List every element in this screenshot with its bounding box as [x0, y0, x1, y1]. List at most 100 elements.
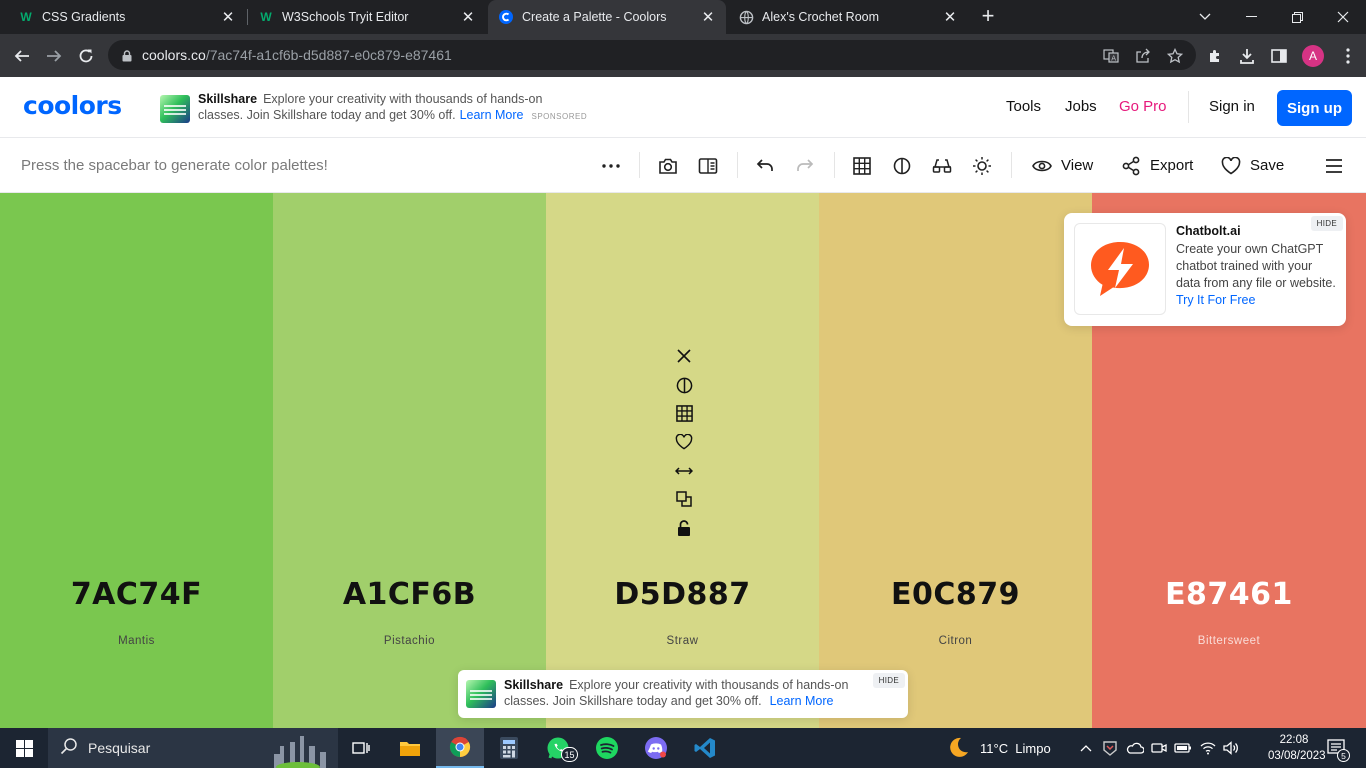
color-hex-code[interactable]: A1CF6B	[273, 577, 546, 612]
drag-arrows-icon[interactable]	[673, 460, 695, 482]
reload-icon[interactable]	[72, 42, 100, 70]
volume-icon[interactable]	[1221, 728, 1241, 768]
system-clock[interactable]: 22:08 03/08/2023	[1268, 732, 1326, 764]
chrome-menu-icon[interactable]	[1338, 46, 1358, 66]
try-it-free-link[interactable]: Try It For Free	[1176, 293, 1255, 307]
palette-column[interactable]: A1CF6B Pistachio	[273, 193, 546, 728]
color-name[interactable]: Pistachio	[273, 635, 546, 647]
taskbar-search-box[interactable]: Pesquisar	[48, 728, 338, 768]
header-ad-text[interactable]: Skillshare Explore your creativity with t…	[198, 91, 618, 125]
contrast-icon[interactable]	[891, 155, 913, 177]
learn-more-link[interactable]: Learn More	[460, 108, 524, 122]
notifications-icon[interactable]: 5	[1320, 728, 1354, 768]
battery-icon[interactable]	[1172, 728, 1194, 768]
export-share-icon[interactable]	[1120, 155, 1142, 177]
close-tab-icon[interactable]: ✕	[700, 8, 716, 26]
bottom-ad-card[interactable]: HIDE Skillshare Explore your creativity w…	[458, 670, 908, 718]
tab-crochet-room[interactable]: Alex's Crochet Room ✕	[728, 0, 968, 34]
save-button[interactable]: Save	[1250, 157, 1284, 174]
color-hex-code[interactable]: 7AC74F	[0, 577, 273, 612]
meet-now-camera-icon[interactable]	[1149, 728, 1169, 768]
redo-icon[interactable]	[794, 155, 816, 177]
task-view-icon[interactable]	[338, 728, 384, 768]
grid-icon[interactable]	[851, 155, 873, 177]
nav-go-pro[interactable]: Go Pro	[1119, 98, 1167, 115]
skillshare-ad-thumbnail[interactable]	[160, 95, 190, 123]
shades-grid-icon[interactable]	[673, 402, 695, 424]
tab-search-chevron-icon[interactable]	[1182, 0, 1228, 34]
weather-widget[interactable]: 11°C Limpo	[946, 728, 1051, 768]
onedrive-cloud-icon[interactable]	[1124, 728, 1146, 768]
hide-ad-button[interactable]: HIDE	[1310, 216, 1343, 231]
profile-avatar[interactable]: A	[1302, 45, 1324, 67]
lock-icon[interactable]	[122, 49, 132, 62]
undo-icon[interactable]	[754, 155, 776, 177]
tab-css-gradients[interactable]: W CSS Gradients ✕	[0, 0, 246, 34]
windows-start-icon[interactable]	[0, 728, 48, 768]
address-bar[interactable]: coolors.co/7ac74f-a1cf6b-d5d887-e0c879-e…	[108, 40, 1196, 70]
calculator-icon[interactable]	[486, 728, 532, 768]
file-explorer-icon[interactable]	[386, 728, 434, 768]
color-name[interactable]: Mantis	[0, 635, 273, 647]
chatbolt-ad-card[interactable]: HIDE Chatbolt.ai Create your own ChatGPT…	[1064, 213, 1346, 326]
palette-column[interactable]: E0C879 Citron	[819, 193, 1092, 728]
nav-tools[interactable]: Tools	[1006, 98, 1041, 115]
palette-column[interactable]: D5D887 Straw	[546, 193, 819, 728]
nav-jobs[interactable]: Jobs	[1065, 98, 1097, 115]
extensions-puzzle-icon[interactable]	[1205, 46, 1225, 66]
color-name[interactable]: Citron	[819, 635, 1092, 647]
translate-icon[interactable]: A	[1102, 47, 1120, 65]
close-tab-icon[interactable]: ✕	[942, 8, 958, 26]
layout-panel-icon[interactable]	[697, 155, 719, 177]
vscode-icon[interactable]	[682, 728, 728, 768]
minimize-icon[interactable]	[1228, 0, 1274, 34]
close-window-icon[interactable]	[1320, 0, 1366, 34]
show-hidden-icons-chevron-icon[interactable]	[1076, 728, 1096, 768]
tab-w3schools-tryit[interactable]: W W3Schools Tryit Editor ✕	[240, 0, 486, 34]
close-tab-icon[interactable]: ✕	[220, 8, 236, 26]
wifi-icon[interactable]	[1198, 728, 1218, 768]
whatsapp-icon[interactable]: 15	[534, 728, 582, 768]
chatbolt-logo[interactable]	[1074, 223, 1166, 315]
bookmark-star-icon[interactable]	[1166, 47, 1184, 65]
learn-more-link[interactable]: Learn More	[770, 694, 834, 708]
color-name[interactable]: Straw	[546, 635, 819, 647]
discord-icon[interactable]	[632, 728, 680, 768]
more-options-icon[interactable]	[600, 155, 622, 177]
back-arrow-icon[interactable]	[8, 42, 36, 70]
color-hex-code[interactable]: E87461	[1092, 577, 1366, 612]
view-button[interactable]: View	[1061, 157, 1093, 174]
tab-coolors[interactable]: Create a Palette - Coolors ✕	[488, 0, 726, 34]
sign-up-button[interactable]: Sign up	[1277, 90, 1352, 126]
bottom-ad-text[interactable]: Skillshare Explore your creativity with t…	[504, 677, 884, 709]
heart-icon[interactable]	[673, 431, 695, 453]
color-blindness-glasses-icon[interactable]	[931, 155, 953, 177]
chrome-taskbar-icon[interactable]	[436, 728, 484, 768]
palette-column[interactable]: 7AC74F Mantis	[0, 193, 273, 728]
skillshare-ad-thumbnail[interactable]	[466, 680, 496, 708]
close-icon[interactable]	[673, 345, 695, 367]
side-panel-icon[interactable]	[1269, 46, 1289, 66]
coolors-logo[interactable]: coolors	[23, 91, 122, 120]
export-button[interactable]: Export	[1150, 157, 1193, 174]
forward-arrow-icon[interactable]	[40, 42, 68, 70]
antivirus-shield-icon[interactable]	[1100, 728, 1120, 768]
color-name[interactable]: Bittersweet	[1092, 635, 1366, 647]
share-icon[interactable]	[1134, 47, 1152, 65]
hamburger-menu-icon[interactable]	[1323, 155, 1345, 177]
copy-icon[interactable]	[673, 488, 695, 510]
camera-icon[interactable]	[657, 155, 679, 177]
color-hex-code[interactable]: D5D887	[546, 577, 819, 612]
restore-icon[interactable]	[1274, 0, 1320, 34]
color-hex-code[interactable]: E0C879	[819, 577, 1092, 612]
sign-in-link[interactable]: Sign in	[1209, 98, 1255, 115]
spotify-icon[interactable]	[584, 728, 630, 768]
new-tab-plus-icon[interactable]: +	[976, 4, 1000, 28]
brightness-sun-icon[interactable]	[971, 155, 993, 177]
download-icon[interactable]	[1237, 46, 1257, 66]
close-tab-icon[interactable]: ✕	[460, 8, 476, 26]
lock-icon[interactable]	[673, 517, 695, 539]
view-eye-icon[interactable]	[1031, 155, 1053, 177]
save-heart-icon[interactable]	[1220, 155, 1242, 177]
contrast-icon[interactable]	[673, 374, 695, 396]
